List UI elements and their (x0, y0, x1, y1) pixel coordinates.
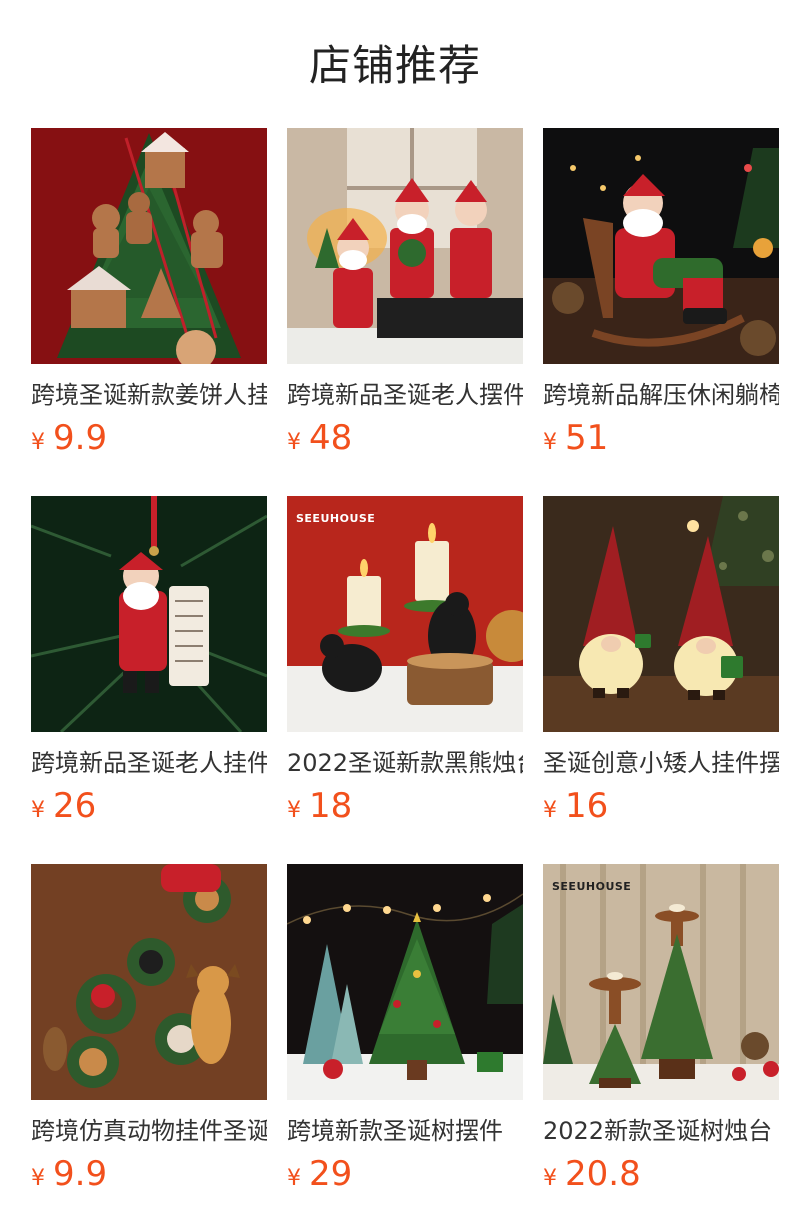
product-price: ¥ 29 (287, 1154, 523, 1194)
page-title: 店铺推荐 (308, 41, 481, 90)
currency-symbol: ¥ (543, 430, 557, 455)
price-value: 26 (53, 786, 97, 826)
price-value: 29 (309, 1154, 353, 1194)
product-price: ¥ 26 (31, 786, 267, 826)
product-name[interactable]: 跨境圣诞新款姜饼人挂件 (31, 378, 267, 412)
product-image[interactable] (287, 864, 523, 1100)
product-card[interactable]: 跨境仿真动物挂件圣诞 ¥ 9.9 (31, 864, 267, 1232)
product-image[interactable] (31, 128, 267, 364)
product-name[interactable]: 2022圣诞新款黑熊烛台 (287, 746, 523, 780)
currency-symbol: ¥ (31, 798, 45, 823)
currency-symbol: ¥ (287, 430, 301, 455)
product-card[interactable]: 跨境新品圣诞老人摆件 ¥ 48 (287, 128, 523, 496)
price-value: 18 (309, 786, 353, 826)
product-price: ¥ 9.9 (31, 1154, 267, 1194)
product-image[interactable] (543, 128, 779, 364)
price-value: 9.9 (53, 418, 108, 458)
product-name[interactable]: 跨境新品圣诞老人摆件 (287, 378, 523, 412)
price-value: 9.9 (53, 1154, 108, 1194)
product-name[interactable]: 跨境新品解压休闲躺椅 (543, 378, 779, 412)
product-price: ¥ 20.8 (543, 1154, 779, 1194)
product-name[interactable]: 跨境仿真动物挂件圣诞 (31, 1114, 267, 1148)
product-card[interactable]: SEEUHOUSE 2022新款圣诞树烛台 ¥ 20.8 (543, 864, 779, 1232)
product-card[interactable]: 跨境新款圣诞树摆件 ¥ 29 (287, 864, 523, 1232)
brand-watermark: SEEUHOUSE (296, 512, 376, 525)
price-value: 20.8 (565, 1154, 641, 1194)
product-price: ¥ 16 (543, 786, 779, 826)
product-image[interactable] (31, 496, 267, 732)
currency-symbol: ¥ (543, 1166, 557, 1191)
product-name[interactable]: 跨境新款圣诞树摆件 (287, 1114, 523, 1148)
product-name[interactable]: 2022新款圣诞树烛台 (543, 1114, 779, 1148)
brand-watermark: SEEUHOUSE (552, 880, 632, 893)
product-price: ¥ 9.9 (31, 418, 267, 458)
price-value: 48 (309, 418, 353, 458)
currency-symbol: ¥ (31, 430, 45, 455)
product-card[interactable]: SEEUHOUSE 2022圣诞新款黑熊烛台 ¥ 18 (287, 496, 523, 864)
product-price: ¥ 18 (287, 786, 523, 826)
product-name[interactable]: 圣诞创意小矮人挂件摆件 (543, 746, 779, 780)
product-image[interactable] (31, 864, 267, 1100)
product-card[interactable]: 跨境新品圣诞老人挂件 ¥ 26 (31, 496, 267, 864)
product-card[interactable]: 圣诞创意小矮人挂件摆件 ¥ 16 (543, 496, 779, 864)
product-image[interactable]: SEEUHOUSE (287, 496, 523, 732)
product-price: ¥ 51 (543, 418, 779, 458)
currency-symbol: ¥ (287, 1166, 301, 1191)
currency-symbol: ¥ (31, 1166, 45, 1191)
product-name[interactable]: 跨境新品圣诞老人挂件 (31, 746, 267, 780)
product-price: ¥ 48 (287, 418, 523, 458)
product-image[interactable] (287, 128, 523, 364)
product-card[interactable]: 跨境圣诞新款姜饼人挂件 ¥ 9.9 (31, 128, 267, 496)
currency-symbol: ¥ (543, 798, 557, 823)
price-value: 16 (565, 786, 609, 826)
price-value: 51 (565, 418, 609, 458)
product-grid: 跨境圣诞新款姜饼人挂件 ¥ 9.9 (31, 128, 790, 1232)
product-image[interactable] (543, 496, 779, 732)
currency-symbol: ¥ (287, 798, 301, 823)
product-image[interactable]: SEEUHOUSE (543, 864, 779, 1100)
product-card[interactable]: 跨境新品解压休闲躺椅 ¥ 51 (543, 128, 779, 496)
